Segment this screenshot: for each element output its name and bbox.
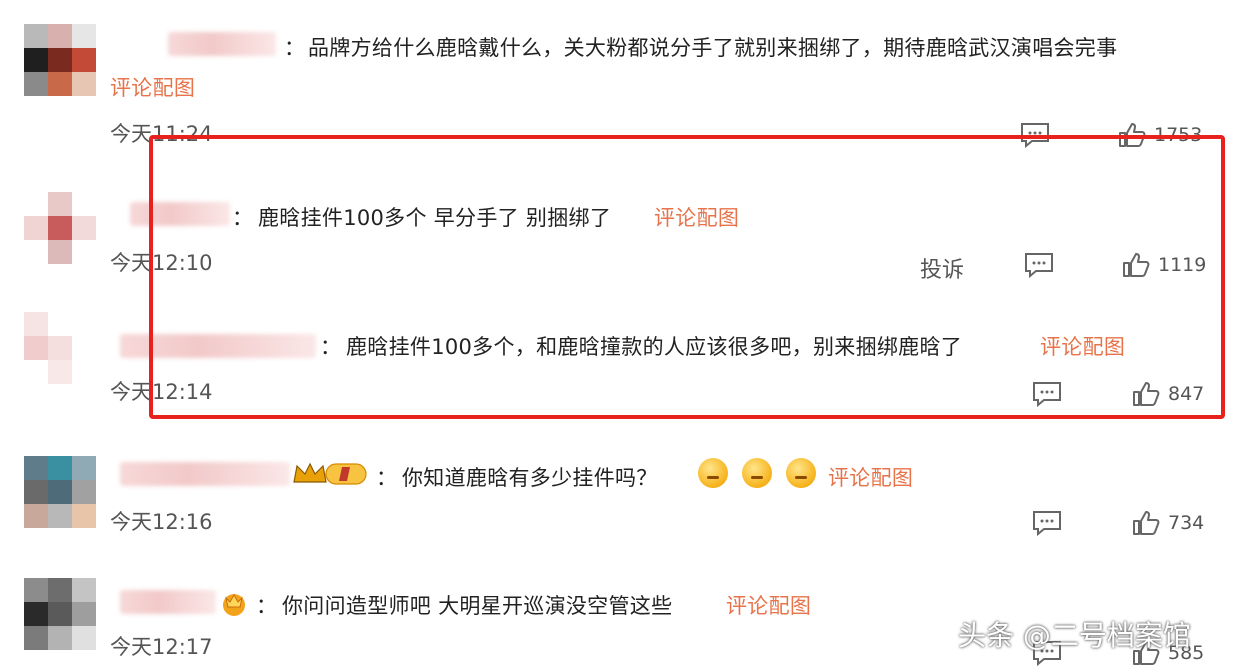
comment-separator: ： (284, 36, 306, 60)
comment-text: 你问问造型师吧 大明星开巡演没空管这些 (282, 594, 673, 618)
highlight-box (149, 135, 1225, 419)
emoji-icon (742, 458, 772, 488)
watermark: 头条 @二号档案馆 (958, 619, 1191, 652)
emoji-icon (786, 458, 816, 488)
emoji-icon (698, 458, 728, 488)
vip-badge-icon (220, 590, 248, 618)
comment-icon[interactable] (1032, 510, 1062, 536)
avatar[interactable] (24, 192, 96, 264)
avatar[interactable] (24, 24, 96, 96)
crown-badge-icon (292, 460, 370, 488)
comment-image-link[interactable]: 评论配图 (110, 72, 195, 102)
comment-separator: ： (256, 594, 278, 618)
username-blurred[interactable] (120, 462, 290, 486)
comment-text: 品牌方给什么鹿晗戴什么，关大粉都说分手了就别来捆绑了，期待鹿晗武汉演唱会完事 (308, 36, 1118, 60)
avatar[interactable] (24, 312, 96, 384)
like-button[interactable]: 734 (1132, 510, 1204, 536)
avatar[interactable] (24, 578, 96, 650)
username-blurred[interactable] (120, 590, 216, 614)
avatar[interactable] (24, 456, 96, 528)
comment-separator: ： (376, 466, 398, 490)
comment-time: 今天12:16 (110, 510, 213, 534)
comment-image-link[interactable]: 评论配图 (726, 590, 811, 620)
like-count: 734 (1168, 512, 1205, 534)
comment-image-link[interactable]: 评论配图 (828, 462, 913, 492)
comment-time: 今天12:17 (110, 635, 213, 659)
username-blurred[interactable] (168, 32, 276, 56)
thumbs-up-icon (1132, 510, 1160, 536)
comment-text: 你知道鹿晗有多少挂件吗？ (402, 466, 658, 490)
